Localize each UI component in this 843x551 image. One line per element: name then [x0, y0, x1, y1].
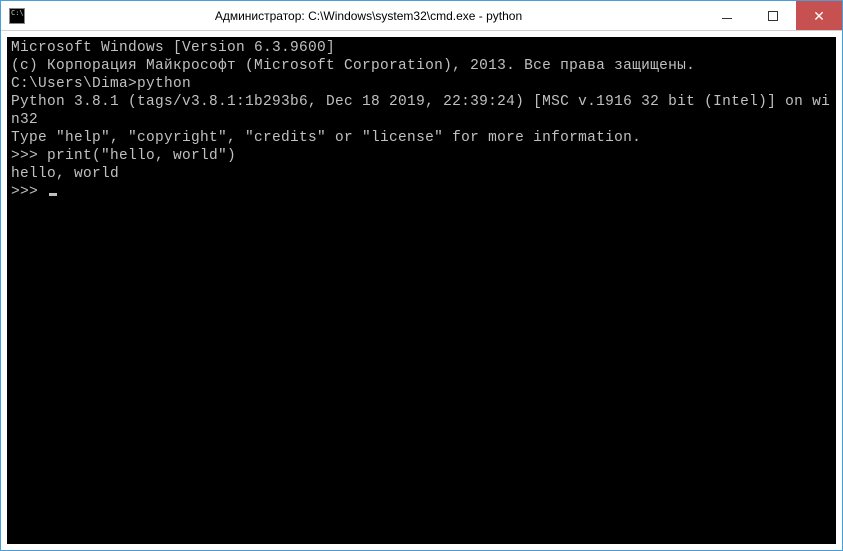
console-prompt: >>> [11, 184, 47, 200]
maximize-button[interactable] [750, 1, 796, 30]
cmd-icon: C:\ [9, 8, 25, 24]
client-area: Microsoft Windows [Version 6.3.9600](c) … [1, 31, 842, 550]
console-line: >>> print("hello, world") [11, 147, 832, 165]
console-line: C:\Users\Dima>python [11, 75, 832, 93]
console-line: (c) Корпорация Майкрософт (Microsoft Cor… [11, 57, 832, 75]
console-line: hello, world [11, 165, 832, 183]
close-button[interactable]: ✕ [796, 1, 842, 30]
console-line: Python 3.8.1 (tags/v3.8.1:1b293b6, Dec 1… [11, 93, 832, 129]
close-icon: ✕ [813, 9, 825, 23]
window-title: Администратор: C:\Windows\system32\cmd.e… [33, 9, 704, 23]
titlebar[interactable]: C:\ Администратор: C:\Windows\system32\c… [1, 1, 842, 31]
cmd-window: C:\ Администратор: C:\Windows\system32\c… [0, 0, 843, 551]
console-output[interactable]: Microsoft Windows [Version 6.3.9600](c) … [7, 37, 836, 544]
console-line: Microsoft Windows [Version 6.3.9600] [11, 39, 832, 57]
maximize-icon [768, 11, 778, 21]
window-controls: ✕ [704, 1, 842, 30]
minimize-button[interactable] [704, 1, 750, 30]
minimize-icon [722, 18, 732, 19]
cursor [49, 193, 57, 196]
console-line: Type "help", "copyright", "credits" or "… [11, 129, 832, 147]
